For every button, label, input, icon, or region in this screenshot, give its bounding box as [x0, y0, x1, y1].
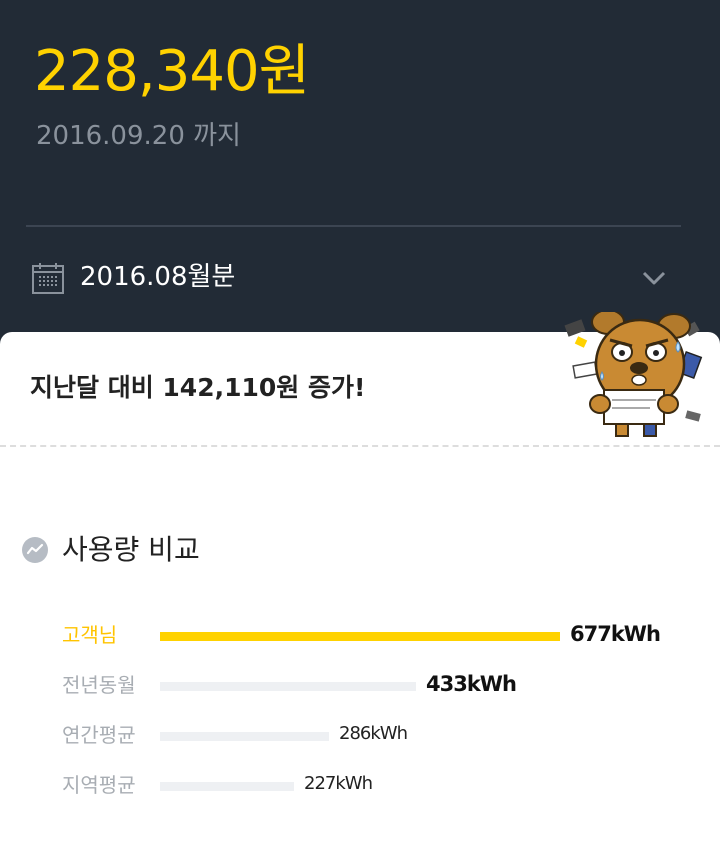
comparison-message: 지난달 대비 142,110원 증가! — [30, 373, 366, 402]
usage-bar — [160, 632, 560, 641]
usage-card: 지난달 대비 142,110원 증가! 사용량 비교 고객님 677kWh 전년… — [0, 312, 720, 862]
calendar-icon — [32, 263, 64, 294]
usage-value: 286kWh — [339, 723, 408, 744]
usage-label: 연간평균 — [62, 723, 136, 747]
usage-value: 227kWh — [304, 773, 373, 794]
billing-period-label: 2016.08월분 — [80, 262, 236, 292]
bill-header: 228,340원 2016.09.20 까지 2016.08월분 — [0, 0, 720, 345]
usage-bar — [160, 682, 416, 691]
mascot-illustration — [564, 312, 703, 437]
chevron-down-icon[interactable] — [641, 268, 667, 288]
header-divider — [26, 225, 681, 227]
usage-bar — [160, 782, 294, 791]
usage-value: 433kWh — [426, 672, 517, 696]
usage-label: 전년동월 — [62, 673, 136, 697]
usage-row: 전년동월 433kWh — [0, 665, 720, 705]
billing-period-selector[interactable]: 2016.08월분 — [26, 240, 681, 316]
usage-row: 연간평균 286kWh — [0, 715, 720, 755]
section-title: 사용량 비교 — [62, 533, 200, 566]
due-date: 2016.09.20 까지 — [36, 121, 241, 151]
dashed-divider — [0, 445, 720, 447]
usage-row: 고객님 677kWh — [0, 615, 720, 655]
bill-amount: 228,340원 — [34, 39, 310, 104]
usage-label: 고객님 — [62, 623, 118, 647]
usage-value: 677kWh — [570, 622, 661, 646]
usage-row: 지역평균 227kWh — [0, 765, 720, 805]
usage-bar — [160, 732, 329, 741]
usage-label: 지역평균 — [62, 773, 136, 797]
trend-icon — [22, 537, 48, 563]
